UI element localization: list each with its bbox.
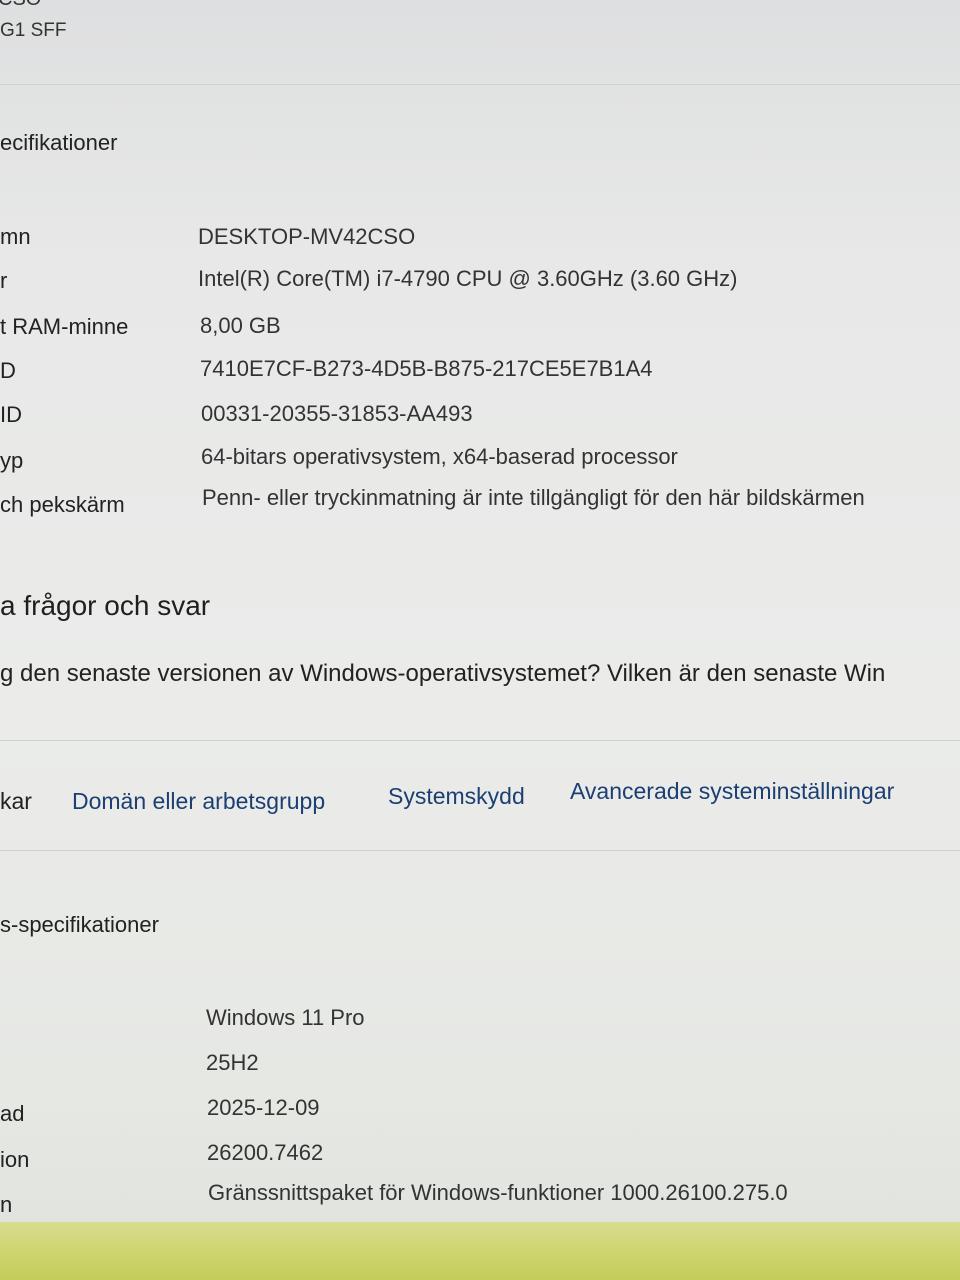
advanced-system-settings-link[interactable]: Avancerade systeminställningar bbox=[570, 778, 894, 805]
spec-label-ram: t RAM-minne bbox=[0, 314, 129, 339]
spec-value-pen-touch: Penn- eller tryckinmatning är inte tillg… bbox=[202, 485, 865, 510]
device-specs-title: ecifikationer bbox=[0, 130, 118, 155]
spec-label-processor: r bbox=[0, 268, 8, 293]
spec-label-pen-touch: ch pekskärm bbox=[0, 492, 125, 517]
win-value-experience: Gränssnittspaket för Windows-funktioner … bbox=[208, 1180, 788, 1205]
spec-value-ram: 8,00 GB bbox=[200, 313, 281, 338]
spec-label-product-id: ID bbox=[0, 402, 22, 427]
device-model: G1 SFF bbox=[0, 20, 67, 41]
spec-label-system-type: yp bbox=[0, 448, 24, 473]
settings-window: CSO G1 SFF ecifikationer mn DESKTOP-MV42… bbox=[0, 0, 960, 1280]
spec-label-device-name: mn bbox=[0, 224, 31, 249]
faq-title: a frågor och svar bbox=[0, 590, 211, 621]
device-name-header: CSO bbox=[0, 0, 41, 11]
spec-label-device-id: D bbox=[0, 358, 16, 383]
win-value-version: 25H2 bbox=[206, 1050, 259, 1075]
faq-question[interactable]: g den senaste versionen av Windows-opera… bbox=[0, 660, 885, 688]
divider bbox=[0, 84, 960, 85]
divider bbox=[0, 740, 960, 741]
win-value-os-build: 26200.7462 bbox=[207, 1140, 324, 1165]
spec-value-device-id: 7410E7CF-B273-4D5B-B875-217CE5E7B1A4 bbox=[200, 356, 653, 381]
spec-value-device-name: DESKTOP-MV42CSO bbox=[198, 224, 416, 249]
win-value-edition: Windows 11 Pro bbox=[206, 1005, 365, 1030]
spec-value-processor: Intel(R) Core(TM) i7-4790 CPU @ 3.60GHz … bbox=[198, 266, 738, 291]
taskbar-edge bbox=[0, 1222, 960, 1280]
related-link-partial[interactable]: kar bbox=[0, 788, 32, 815]
divider bbox=[0, 850, 960, 851]
windows-specs-title: s-specifikationer bbox=[0, 912, 159, 937]
domain-workgroup-link[interactable]: Domän eller arbetsgrupp bbox=[72, 788, 325, 815]
system-protection-link[interactable]: Systemskydd bbox=[388, 783, 525, 810]
win-value-installed: 2025-12-09 bbox=[207, 1095, 320, 1120]
spec-value-system-type: 64-bitars operativsystem, x64-baserad pr… bbox=[201, 444, 678, 469]
win-label-experience: n bbox=[0, 1192, 13, 1217]
win-label-installed: ad bbox=[0, 1101, 25, 1126]
win-label-os-build: ion bbox=[0, 1147, 30, 1172]
spec-value-product-id: 00331-20355-31853-AA493 bbox=[201, 401, 473, 426]
